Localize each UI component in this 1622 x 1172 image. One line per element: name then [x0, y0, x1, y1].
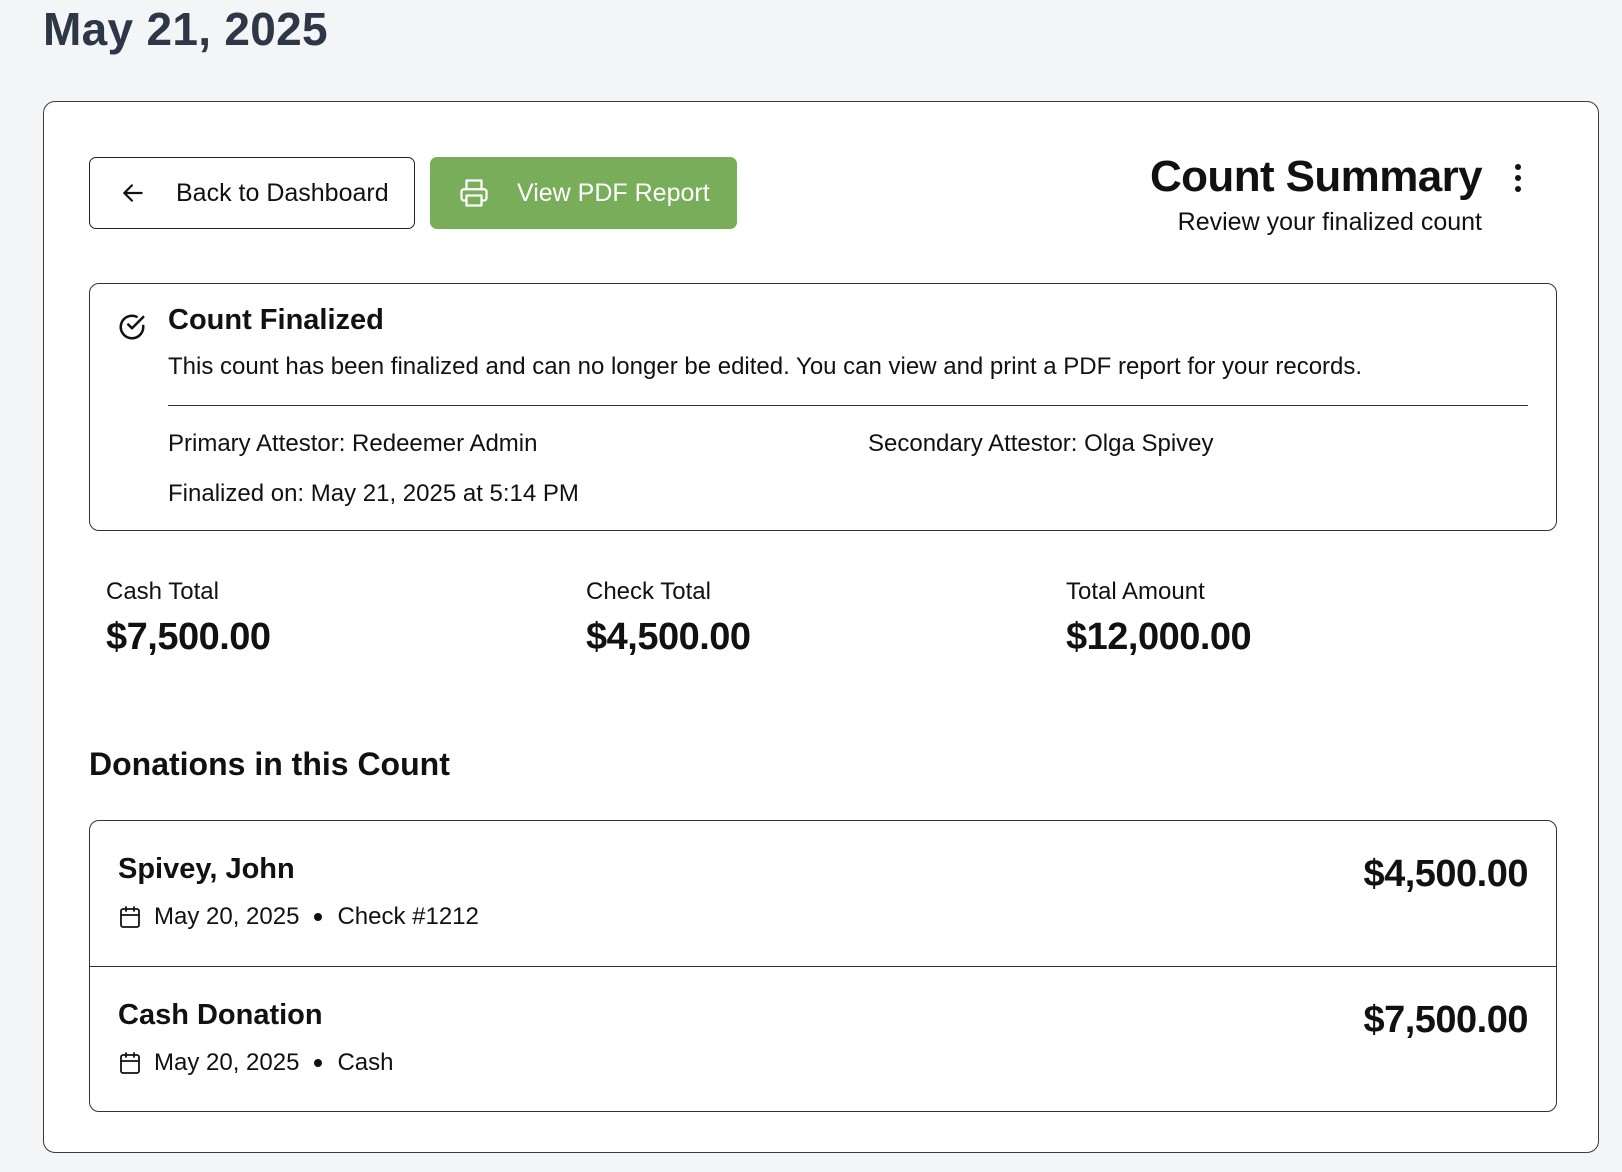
separator-dot: [314, 1059, 323, 1067]
cash-total: Cash Total $7,500.00: [106, 578, 271, 659]
count-summary-subtitle: Review your finalized count: [1177, 208, 1482, 236]
donations-section-title: Donations in this Count: [89, 746, 450, 782]
check-circle-icon: [117, 312, 147, 342]
finalized-message: This count has been finalized and can no…: [168, 353, 1363, 380]
calendar-icon: [118, 905, 142, 929]
secondary-attestor: Secondary Attestor: Olga Spivey: [868, 430, 1214, 457]
donor-name: Cash Donation: [118, 999, 323, 1031]
donation-meta: May 20, 2025 Cash: [118, 1049, 393, 1077]
donation-method: Cash: [337, 1049, 394, 1076]
back-to-dashboard-label: Back to Dashboard: [176, 178, 389, 207]
cash-total-label: Cash Total: [106, 578, 219, 605]
page-date-heading: May 21, 2025: [43, 3, 328, 55]
total-amount-label: Total Amount: [1066, 578, 1205, 605]
donor-name: Spivey, John: [118, 853, 295, 885]
list-item[interactable]: Spivey, John May 20, 2025 Check #1212 $4…: [90, 821, 1556, 967]
list-item[interactable]: Cash Donation May 20, 2025 Cash $7,500.0…: [90, 967, 1556, 1111]
cash-total-value: $7,500.00: [106, 616, 271, 658]
total-amount-value: $12,000.00: [1066, 616, 1252, 658]
donation-amount: $7,500.00: [1363, 999, 1528, 1041]
check-total: Check Total $4,500.00: [586, 578, 751, 659]
finalized-on-date: Finalized on: May 21, 2025 at 5:14 PM: [168, 480, 579, 507]
finalized-title: Count Finalized: [168, 304, 384, 336]
separator-dot: [314, 913, 323, 921]
calendar-icon: [118, 1051, 142, 1075]
donation-date: May 20, 2025: [154, 903, 300, 930]
printer-icon: [459, 178, 489, 208]
count-summary-card: Back to Dashboard View PDF Report Count …: [43, 101, 1599, 1153]
total-amount: Total Amount $12,000.00: [1066, 578, 1252, 659]
view-pdf-report-label: View PDF Report: [517, 178, 710, 207]
more-options-icon[interactable]: [1505, 160, 1531, 196]
back-to-dashboard-button[interactable]: Back to Dashboard: [89, 157, 415, 229]
divider: [168, 405, 1528, 406]
count-summary-title: Count Summary: [1149, 152, 1483, 201]
donations-list: Spivey, John May 20, 2025 Check #1212 $4…: [89, 820, 1557, 1112]
finalized-notice: Count Finalized This count has been fina…: [89, 283, 1557, 531]
primary-attestor: Primary Attestor: Redeemer Admin: [168, 430, 538, 457]
check-total-value: $4,500.00: [586, 616, 751, 658]
donation-meta: May 20, 2025 Check #1212: [118, 903, 479, 931]
check-total-label: Check Total: [586, 578, 711, 605]
donation-date: May 20, 2025: [154, 1049, 300, 1076]
donation-amount: $4,500.00: [1363, 853, 1528, 895]
arrow-left-icon: [120, 180, 146, 206]
donation-method: Check #1212: [337, 903, 479, 930]
view-pdf-report-button[interactable]: View PDF Report: [430, 157, 737, 229]
